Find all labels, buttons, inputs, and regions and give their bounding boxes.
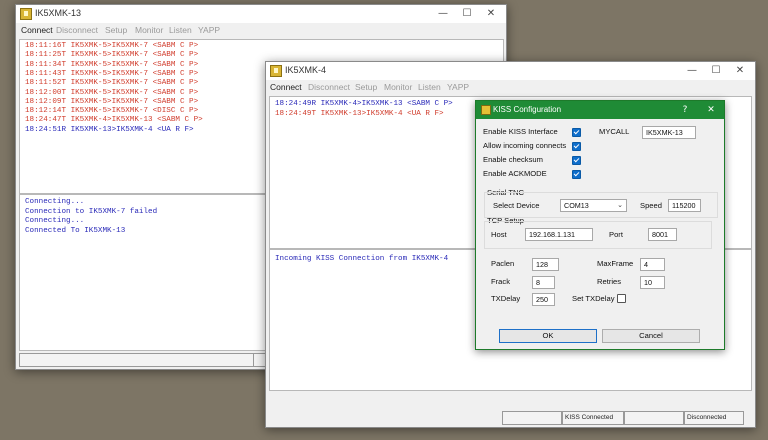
- dialog-title: KISS Configuration: [493, 105, 562, 114]
- maxframe-field[interactable]: 4: [640, 258, 665, 271]
- enable-ackmode-checkbox[interactable]: [572, 170, 581, 179]
- monitor-line: 18:24:47T IK5XMK-4>IK5XMK-13 <SABM C P>: [25, 116, 203, 125]
- monitor-line: 18:12:14T IK5XMK-5>IK5XMK-7 <DISC C P>: [25, 107, 199, 116]
- enable-ackmode-label: Enable ACKMODE: [483, 169, 547, 178]
- session-line: Connected To IK5XMK-13: [25, 226, 126, 235]
- session-line: Connection to IK5XMK-7 failed: [25, 207, 158, 216]
- monitor-line: 18:12:09T IK5XMK-5>IK5XMK-7 <SABM C P>: [25, 97, 199, 106]
- allow-incoming-checkbox[interactable]: [572, 142, 581, 151]
- txdelay-field[interactable]: 250: [532, 293, 555, 306]
- maximize-icon[interactable]: ☐: [455, 6, 479, 22]
- speed-field[interactable]: 115200: [668, 199, 701, 212]
- cancel-button[interactable]: Cancel: [602, 329, 700, 343]
- session-line: Connecting...: [25, 217, 85, 225]
- title-bar[interactable]: IK5XMK-4 — ☐ ✕: [266, 62, 755, 80]
- session-line: Incoming KISS Connection from IK5XMK-4: [275, 255, 449, 263]
- status-disconnected: Disconnected: [684, 411, 744, 425]
- menu-listen[interactable]: Listen: [169, 25, 192, 35]
- ok-button[interactable]: OK: [499, 329, 597, 343]
- device-select[interactable]: COM13 ⌄: [560, 199, 627, 212]
- port-label: Port: [609, 230, 623, 239]
- enable-checksum-label: Enable checksum: [483, 155, 543, 164]
- menu-bar: Connect Disconnect Setup Monitor Listen …: [266, 80, 755, 95]
- monitor-line: 18:11:25T IK5XMK-5>IK5XMK-7 <SABM C P>: [25, 51, 199, 60]
- menu-yapp[interactable]: YAPP: [447, 82, 469, 92]
- maxframe-label: MaxFrame: [597, 259, 634, 268]
- frack-field[interactable]: 8: [532, 276, 555, 289]
- port-field[interactable]: 8001: [648, 228, 677, 241]
- help-icon[interactable]: ?: [676, 103, 694, 117]
- app-icon: [270, 65, 282, 77]
- host-field[interactable]: 192.168.1.131: [525, 228, 593, 241]
- monitor-line: 18:11:52T IK5XMK-5>IK5XMK-7 <SABM C P>: [25, 79, 199, 88]
- status-kiss-connected: KISS Connected: [562, 411, 624, 425]
- monitor-line: 18:24:49T IK5XMK-13>IK5XMK-4 <UA R F>: [275, 109, 444, 118]
- menu-monitor[interactable]: Monitor: [135, 25, 163, 35]
- retries-label: Retries: [597, 277, 622, 286]
- window-title: IK5XMK-4: [285, 65, 327, 75]
- paclen-label: Paclen: [491, 259, 515, 268]
- enable-checksum-checkbox[interactable]: [572, 156, 581, 165]
- retries-field[interactable]: 10: [640, 276, 665, 289]
- select-device-label: Select Device: [493, 201, 540, 210]
- txdelay-label: TXDelay: [491, 294, 521, 303]
- mycall-label: MYCALL: [599, 127, 630, 136]
- menu-bar: Connect Disconnect Setup Monitor Listen …: [16, 23, 506, 38]
- menu-listen[interactable]: Listen: [418, 82, 441, 92]
- speed-label: Speed: [640, 201, 662, 210]
- minimize-icon[interactable]: —: [431, 6, 455, 22]
- status-cell: [624, 411, 684, 425]
- monitor-line: 18:11:16T IK5XMK-5>IK5XMK-7 <SABM C P>: [25, 42, 199, 50]
- menu-connect[interactable]: Connect: [21, 25, 53, 35]
- monitor-line: 18:24:51R IK5XMK-13>IK5XMK-4 <UA R F>: [25, 125, 194, 134]
- frack-label: Frack: [491, 277, 510, 286]
- menu-setup[interactable]: Setup: [355, 82, 377, 92]
- enable-kiss-checkbox[interactable]: [572, 128, 581, 137]
- monitor-line: 18:11:34T IK5XMK-5>IK5XMK-7 <SABM C P>: [25, 60, 199, 69]
- menu-connect[interactable]: Connect: [270, 82, 302, 92]
- allow-incoming-label: Allow incoming connects: [483, 141, 567, 150]
- session-line: Connecting...: [25, 198, 85, 206]
- app-icon: [20, 8, 32, 20]
- monitor-line: 18:12:00T IK5XMK-5>IK5XMK-7 <SABM C P>: [25, 88, 199, 97]
- title-bar[interactable]: IK5XMK-13 — ☐ ✕: [16, 5, 506, 23]
- enable-kiss-label: Enable KISS Interface: [483, 127, 558, 136]
- status-cell: [502, 411, 562, 425]
- dialog-title-bar[interactable]: KISS Configuration ? ✕: [476, 101, 724, 119]
- menu-setup[interactable]: Setup: [105, 25, 127, 35]
- chevron-down-icon: ⌄: [617, 201, 623, 209]
- menu-disconnect[interactable]: Disconnect: [308, 82, 350, 92]
- set-txdelay-label: Set TXDelay: [572, 294, 615, 303]
- mycall-field[interactable]: IK5XMK-13: [642, 126, 696, 139]
- close-icon[interactable]: ✕: [702, 103, 720, 117]
- set-txdelay-checkbox[interactable]: [617, 294, 626, 303]
- menu-monitor[interactable]: Monitor: [384, 82, 412, 92]
- close-icon[interactable]: ✕: [728, 63, 752, 79]
- app-icon: [481, 105, 491, 115]
- status-cell: [19, 353, 255, 367]
- monitor-line: 18:24:49R IK5XMK-4>IK5XMK-13 <SABM C P>: [275, 100, 453, 108]
- paclen-field[interactable]: 128: [532, 258, 559, 271]
- menu-yapp[interactable]: YAPP: [198, 25, 220, 35]
- kiss-configuration-dialog: KISS Configuration ? ✕ Enable KISS Inter…: [475, 100, 725, 350]
- window-title: IK5XMK-13: [35, 8, 82, 18]
- close-icon[interactable]: ✕: [479, 6, 503, 22]
- device-value: COM13: [564, 201, 589, 210]
- host-label: Host: [491, 230, 507, 239]
- monitor-line: 18:11:43T IK5XMK-5>IK5XMK-7 <SABM C P>: [25, 69, 199, 78]
- menu-disconnect[interactable]: Disconnect: [56, 25, 98, 35]
- maximize-icon[interactable]: ☐: [704, 63, 728, 79]
- tcp-setup-group: [484, 221, 712, 249]
- minimize-icon[interactable]: —: [680, 63, 704, 79]
